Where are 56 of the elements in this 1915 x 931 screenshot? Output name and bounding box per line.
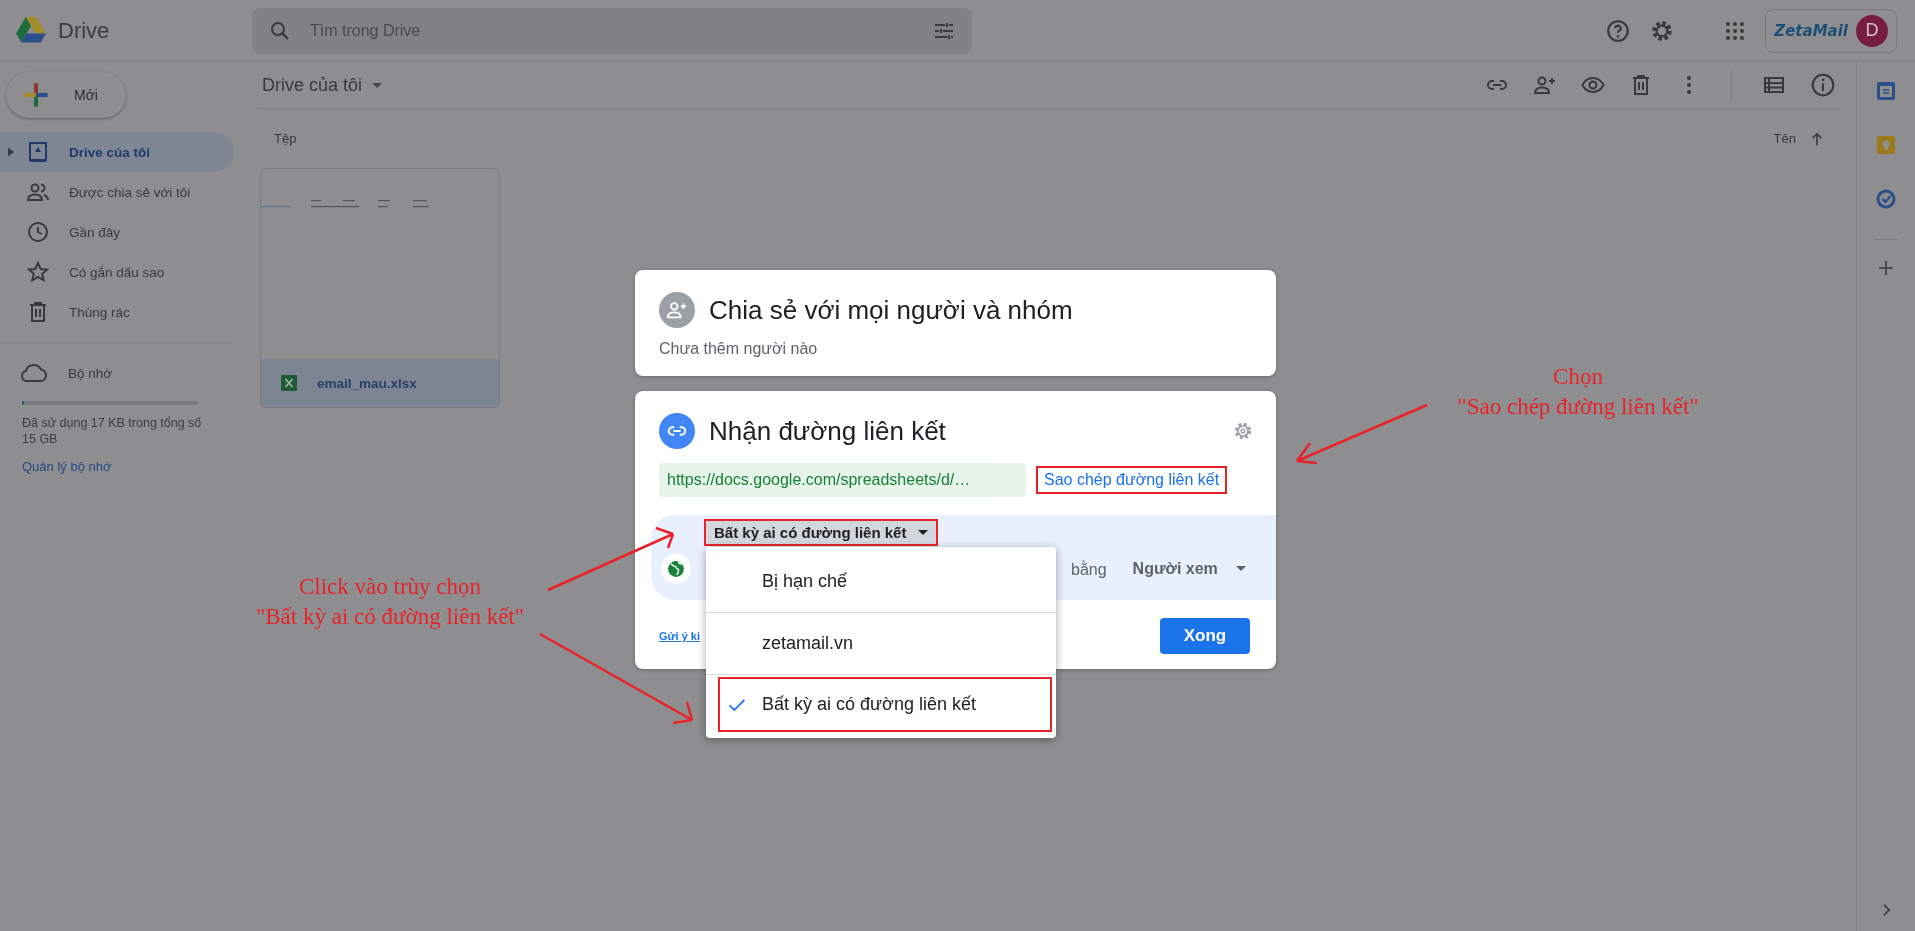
star-icon [26, 260, 50, 284]
role-dropdown[interactable]: Người xem [1126, 558, 1252, 579]
help-icon[interactable] [1605, 17, 1632, 44]
sidebar-item[interactable]: Gần đây [0, 212, 234, 252]
drive-icon [26, 140, 50, 164]
storage-usage-text: Đã sử dụng 17 KB trong tổng số 15 GB [22, 415, 203, 447]
tasks-icon[interactable] [1876, 189, 1896, 209]
sort-button[interactable]: Tên [1773, 131, 1824, 146]
breadcrumb-button[interactable]: Drive của tôi [260, 74, 383, 96]
info-icon[interactable] [1810, 72, 1836, 98]
clock-icon [26, 220, 50, 244]
access-description: bằng [1071, 560, 1107, 579]
file-card[interactable]: email_mau.xlsx [260, 168, 500, 408]
avatar: D [1856, 14, 1888, 47]
sidebar-item[interactable]: Được chia sẻ với tôi [0, 172, 234, 212]
arrow-up-icon [1810, 131, 1824, 146]
add-person-icon [659, 292, 695, 328]
dialog-title: Chia sẻ với mọi người và nhóm [709, 294, 1073, 326]
link-icon [659, 413, 695, 449]
new-button[interactable]: Mới [6, 72, 126, 118]
drive-logo-icon [16, 17, 46, 44]
chevron-right-icon[interactable] [1881, 903, 1891, 917]
sidebar-item[interactable]: Có gắn dấu sao [0, 252, 234, 292]
menu-option[interactable]: Bị hạn chế [706, 551, 1056, 612]
spreadsheet-file-icon [281, 375, 297, 391]
expand-arrow-icon[interactable] [8, 147, 14, 157]
access-dropdown[interactable]: Bất kỳ ai có đường liên kết [706, 521, 937, 544]
section-heading: Tệp [274, 131, 297, 146]
settings-icon[interactable] [1232, 420, 1254, 442]
manage-storage-link[interactable]: Quản lý bộ nhớ [22, 459, 112, 474]
caret-icon [1235, 566, 1246, 571]
menu-option[interactable]: zetamail.vn [706, 613, 1056, 674]
account-button[interactable]: ZetaMail D [1765, 8, 1897, 53]
done-button[interactable]: Xong [1160, 618, 1250, 654]
add-icon[interactable] [1878, 260, 1894, 276]
menu-option[interactable]: Bất kỳ ai có đường liên kết [720, 679, 1050, 730]
annotation-text: Chọn "Sao chép đường liên kết" [1456, 363, 1700, 421]
search-bar[interactable]: Tìm trong Drive [252, 7, 972, 54]
feedback-link[interactable]: Gửi ý ki [659, 630, 700, 642]
cloud-icon [20, 363, 48, 383]
caret-icon [918, 530, 929, 535]
plus-icon [22, 81, 50, 109]
annotation-text: Click vào trùy chọn "Bất kỳ ai có đường liên kết" [254, 573, 526, 631]
org-logo: ZetaMail [1774, 21, 1848, 40]
dialog-title: Nhận đường liên kết [709, 415, 946, 447]
copy-link-button[interactable]: Sao chép đường liên kết [1038, 468, 1226, 492]
sidebar-item[interactable]: Drive của tôi [0, 132, 234, 172]
caret-icon [372, 82, 383, 88]
calendar-icon[interactable] [1876, 81, 1896, 101]
globe-icon [661, 553, 691, 584]
no-people-text: Chưa thêm người nào [659, 340, 819, 358]
storage-item[interactable]: Bộ nhớ [0, 353, 252, 393]
search-field[interactable]: Tìm trong Drive [308, 20, 916, 41]
link-url-field[interactable]: https://docs.google.com/spreadsheets/d/… [659, 463, 1026, 497]
sidebar-item[interactable]: Thùng rác [0, 292, 234, 332]
app-name: Drive [58, 17, 110, 44]
